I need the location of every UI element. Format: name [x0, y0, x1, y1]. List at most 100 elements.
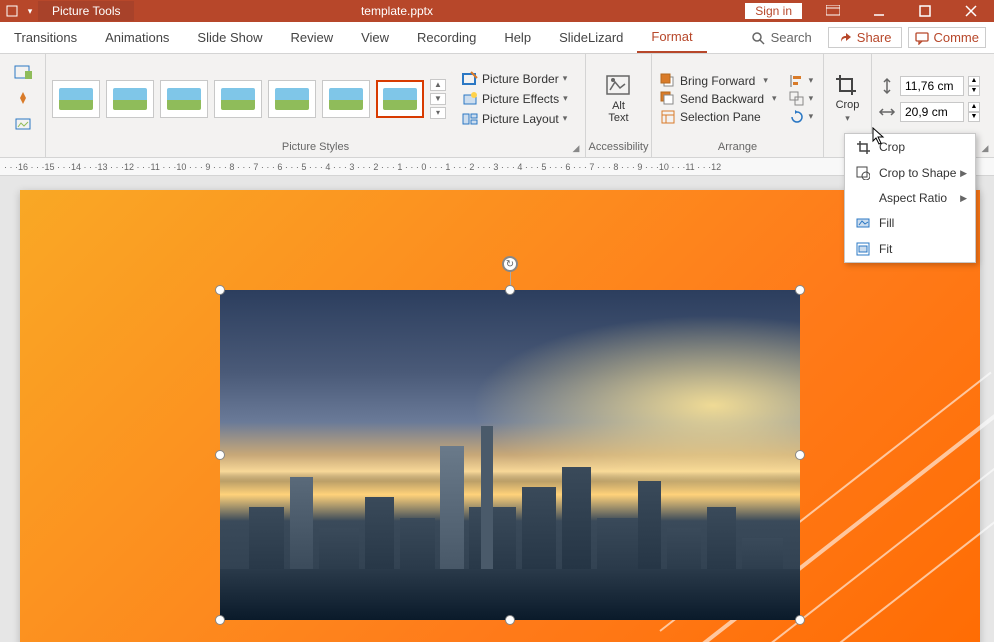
menu-item-crop-to-shape[interactable]: Crop to Shape ▶	[845, 160, 975, 186]
resize-handle-ne[interactable]	[795, 285, 805, 295]
height-up-button[interactable]: ▲	[968, 76, 980, 86]
search-icon	[751, 31, 765, 45]
style-thumb[interactable]	[214, 80, 262, 118]
share-icon	[839, 31, 853, 45]
align-button[interactable]: ▾	[787, 73, 816, 89]
menu-item-label: Crop to Shape	[879, 166, 956, 180]
adjust-group	[0, 54, 46, 157]
tab-view[interactable]: View	[347, 22, 403, 53]
resize-handle-w[interactable]	[215, 450, 225, 460]
contextual-tab-label: Picture Tools	[38, 1, 134, 21]
title-bar: ▾ template.pptx Picture Tools Sign in	[0, 0, 994, 22]
comments-button[interactable]: Comme	[908, 27, 986, 48]
alt-text-icon	[605, 74, 633, 98]
resize-handle-s[interactable]	[505, 615, 515, 625]
picture-border-icon	[462, 71, 478, 87]
resize-handle-sw[interactable]	[215, 615, 225, 625]
close-button[interactable]	[948, 0, 994, 22]
tab-recording[interactable]: Recording	[403, 22, 490, 53]
picture-styles-group: ▲ ▼ ▾ Picture Border▾ Picture Effects▾ P…	[46, 54, 586, 157]
ribbon-display-options-icon[interactable]	[810, 0, 856, 22]
search-button[interactable]: Search	[741, 30, 822, 45]
resize-handle-e[interactable]	[795, 450, 805, 460]
style-thumb-selected[interactable]	[376, 80, 424, 118]
autosave-icon[interactable]	[4, 3, 20, 19]
menu-item-aspect-ratio[interactable]: Aspect Ratio ▶	[845, 186, 975, 210]
menu-item-fit[interactable]: Fit	[845, 236, 975, 262]
qat-dropdown-icon[interactable]: ▾	[22, 3, 38, 19]
send-backward-label: Send Backward	[680, 92, 764, 106]
gallery-scroll: ▲ ▼ ▾	[430, 79, 446, 119]
group-icon	[789, 91, 805, 107]
picture-effects-button[interactable]: Picture Effects▾	[458, 90, 572, 108]
rotate-button[interactable]: ▾	[787, 109, 816, 125]
change-picture-icon[interactable]	[12, 114, 34, 134]
width-icon	[878, 103, 896, 121]
sign-in-button[interactable]: Sign in	[745, 3, 802, 19]
dialog-launcher-icon[interactable]: ◢	[979, 142, 991, 154]
gallery-up-button[interactable]: ▲	[430, 79, 446, 91]
picture-layout-icon	[462, 111, 478, 127]
selection-pane-label: Selection Pane	[680, 110, 761, 124]
bring-forward-button[interactable]: Bring Forward ▾	[658, 73, 779, 89]
tab-help[interactable]: Help	[490, 22, 545, 53]
submenu-arrow-icon: ▶	[960, 168, 967, 179]
height-input[interactable]	[900, 76, 964, 96]
tab-slidelizard[interactable]: SlideLizard	[545, 22, 637, 53]
crop-icon	[834, 73, 862, 97]
submenu-arrow-icon: ▶	[960, 193, 967, 204]
tab-animations[interactable]: Animations	[91, 22, 183, 53]
resize-handle-n[interactable]	[505, 285, 515, 295]
gallery-more-button[interactable]: ▾	[430, 107, 446, 119]
minimize-button[interactable]	[856, 0, 902, 22]
style-thumb[interactable]	[268, 80, 316, 118]
resize-handle-nw[interactable]	[215, 285, 225, 295]
menu-item-fill[interactable]: Fill	[845, 210, 975, 236]
menu-item-crop[interactable]: Crop	[845, 134, 975, 160]
style-thumb[interactable]	[52, 80, 100, 118]
picture-border-button[interactable]: Picture Border▾	[458, 70, 572, 88]
height-down-button[interactable]: ▼	[968, 86, 980, 96]
rotate-icon	[789, 109, 805, 125]
search-label: Search	[771, 30, 812, 45]
selected-picture[interactable]	[220, 290, 800, 620]
width-down-button[interactable]: ▼	[968, 112, 980, 122]
tab-format[interactable]: Format	[637, 22, 706, 53]
gallery-down-button[interactable]: ▼	[430, 93, 446, 105]
slide[interactable]	[20, 190, 980, 642]
picture-border-label: Picture Border	[482, 72, 559, 86]
remove-background-icon[interactable]	[12, 62, 34, 82]
style-thumb[interactable]	[106, 80, 154, 118]
alt-text-button[interactable]: AltText	[597, 70, 641, 128]
tab-slide-show[interactable]: Slide Show	[183, 22, 276, 53]
tab-review[interactable]: Review	[276, 22, 347, 53]
selection-pane-button[interactable]: Selection Pane	[658, 109, 779, 125]
ribbon-tabs: Transitions Animations Slide Show Review…	[0, 22, 994, 54]
tab-transitions[interactable]: Transitions	[0, 22, 91, 53]
selection-pane-icon	[660, 109, 676, 125]
qat: ▾	[0, 3, 38, 19]
mouse-cursor-icon	[872, 127, 886, 145]
style-thumb[interactable]	[160, 80, 208, 118]
crop-dropdown-icon[interactable]: ▾	[845, 113, 850, 124]
picture-styles-gallery[interactable]: ▲ ▼ ▾	[52, 79, 446, 119]
share-button[interactable]: Share	[828, 27, 903, 48]
comments-label: Comme	[933, 30, 979, 45]
accessibility-group: AltText Accessibility	[586, 54, 652, 157]
rotation-handle[interactable]	[502, 256, 518, 272]
width-up-button[interactable]: ▲	[968, 102, 980, 112]
crop-button[interactable]: Crop ▾	[826, 69, 870, 128]
group-label: Arrange	[652, 141, 823, 155]
group-button[interactable]: ▾	[787, 91, 816, 107]
send-backward-button[interactable]: Send Backward ▾	[658, 91, 779, 107]
corrections-icon[interactable]	[12, 88, 34, 108]
picture-layout-button[interactable]: Picture Layout▾	[458, 110, 572, 128]
group-label: Accessibility	[586, 141, 651, 155]
alt-text-label-2: Text	[608, 112, 628, 124]
dialog-launcher-icon[interactable]: ◢	[570, 142, 582, 154]
resize-handle-se[interactable]	[795, 615, 805, 625]
maximize-button[interactable]	[902, 0, 948, 22]
width-input[interactable]	[900, 102, 964, 122]
height-icon	[878, 77, 896, 95]
style-thumb[interactable]	[322, 80, 370, 118]
